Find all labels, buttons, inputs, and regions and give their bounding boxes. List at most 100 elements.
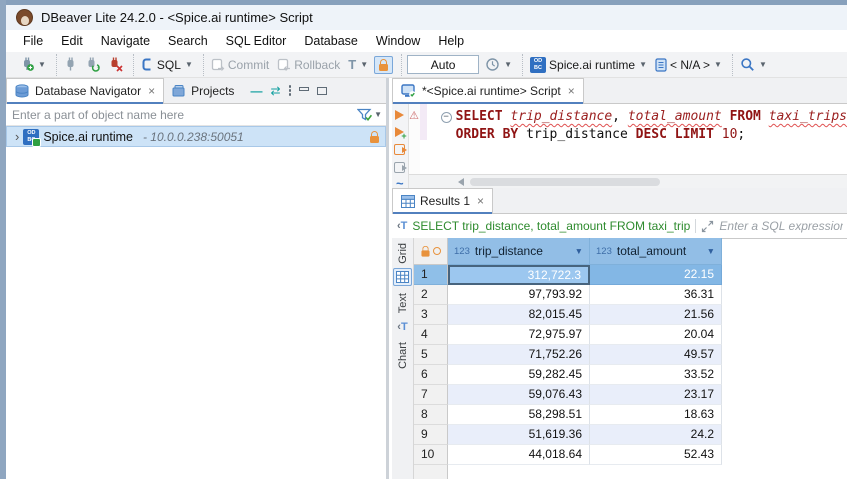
menu-edit[interactable]: Edit xyxy=(52,31,92,51)
cell-total-amount[interactable]: 20.04 xyxy=(590,325,722,345)
cell-total-amount[interactable]: 52.43 xyxy=(590,445,722,465)
menu-database[interactable]: Database xyxy=(295,31,367,51)
cell-trip-distance[interactable]: 59,282.45 xyxy=(448,365,590,385)
script-icon[interactable] xyxy=(394,162,405,173)
row-number-cell[interactable]: 2 xyxy=(414,285,448,305)
cell-total-amount[interactable]: 18.63 xyxy=(590,405,722,425)
row-number-cell[interactable]: 3 xyxy=(414,305,448,325)
dropdown-arrow-icon[interactable]: ▼ xyxy=(759,60,767,69)
execute-new-tab-icon[interactable] xyxy=(395,127,404,137)
column-header-trip-distance[interactable]: 123 trip_distance ▼ xyxy=(448,238,590,265)
autocommit-lock-toggle[interactable] xyxy=(374,56,393,74)
menu-window[interactable]: Window xyxy=(367,31,429,51)
new-sql-editor-button[interactable]: SQL ▼ xyxy=(139,55,195,74)
grid-corner-cell[interactable] xyxy=(414,238,448,265)
dropdown-arrow-icon[interactable]: ▼ xyxy=(639,60,647,69)
cell-total-amount[interactable]: 49.57 xyxy=(590,345,722,365)
search-button[interactable]: ▼ xyxy=(738,55,769,74)
cell-total-amount[interactable]: 33.52 xyxy=(590,365,722,385)
expander-chevron-icon[interactable]: › xyxy=(15,129,19,144)
sort-arrow-icon[interactable]: ▼ xyxy=(707,246,715,256)
code-area[interactable]: −SELECT trip_distance, total_amount FROM… xyxy=(427,104,847,174)
cell-trip-distance[interactable]: 97,793.92 xyxy=(448,285,590,305)
cell-total-amount[interactable]: 21.56 xyxy=(590,305,722,325)
row-number-cell[interactable]: 1 xyxy=(414,265,448,285)
sort-arrow-icon[interactable]: ▼ xyxy=(575,246,583,256)
chart-pie-icon[interactable] xyxy=(401,373,405,377)
view-menu-icon[interactable] xyxy=(289,85,292,96)
new-connection-button[interactable]: ▼ xyxy=(17,55,48,74)
link-with-editor-icon[interactable]: ⇄ xyxy=(270,84,280,98)
tab-chart-label[interactable]: Chart xyxy=(397,342,409,369)
text-tab-icon[interactable]: ‹T xyxy=(395,317,409,335)
commit-button[interactable]: Commit xyxy=(209,56,271,74)
cell-total-amount[interactable]: 24.2 xyxy=(590,425,722,445)
tab-projects[interactable]: Projects xyxy=(164,78,242,103)
row-number-cell[interactable]: 5 xyxy=(414,345,448,365)
row-number-cell[interactable]: 4 xyxy=(414,325,448,345)
collapse-all-icon[interactable]: — xyxy=(250,84,262,98)
scrollbar-left-arrow-icon[interactable] xyxy=(458,178,464,186)
reconnect-button[interactable] xyxy=(83,55,102,74)
explain-plan-icon[interactable]: ~ xyxy=(396,180,404,188)
connection-tree-item[interactable]: › ODBC Spice.ai runtime - 10.0.0.238:500… xyxy=(6,126,386,147)
filter-expression-placeholder[interactable]: Enter a SQL expression to xyxy=(719,219,843,233)
menu-file[interactable]: File xyxy=(14,31,52,51)
execute-script-icon[interactable] xyxy=(394,144,405,155)
close-icon[interactable]: × xyxy=(477,194,484,208)
active-database-selector[interactable]: < N/A > ▼ xyxy=(653,56,724,74)
row-number-cell[interactable]: 6 xyxy=(414,365,448,385)
cell-total-amount[interactable]: 36.31 xyxy=(590,285,722,305)
active-connection-selector[interactable]: ODBC Spice.ai runtime ▼ xyxy=(528,55,649,75)
maximize-icon[interactable] xyxy=(317,87,327,95)
menu-navigate[interactable]: Navigate xyxy=(92,31,159,51)
disconnect-button[interactable] xyxy=(106,55,125,74)
tab-grid-label[interactable]: Grid xyxy=(397,243,409,264)
editor-horizontal-scrollbar[interactable] xyxy=(392,174,847,188)
cell-total-amount[interactable]: 23.17 xyxy=(590,385,722,405)
expand-filter-icon[interactable] xyxy=(701,220,714,233)
connect-button[interactable] xyxy=(62,55,79,74)
row-number-cell[interactable]: 9 xyxy=(414,425,448,445)
commit-mode-combo[interactable]: Auto xyxy=(407,55,479,74)
dropdown-arrow-icon[interactable]: ▼ xyxy=(714,60,722,69)
tab-text-label[interactable]: Text xyxy=(397,293,409,313)
menu-help[interactable]: Help xyxy=(429,31,473,51)
cell-trip-distance[interactable]: 59,076.43 xyxy=(448,385,590,405)
cell-trip-distance[interactable]: 82,015.45 xyxy=(448,305,590,325)
row-number-cell[interactable]: 7 xyxy=(414,385,448,405)
tab-database-navigator[interactable]: Database Navigator × xyxy=(6,78,164,103)
row-number-cell[interactable]: 8 xyxy=(414,405,448,425)
menu-search[interactable]: Search xyxy=(159,31,217,51)
grid-tab-icon[interactable] xyxy=(393,268,412,286)
results-filter-query[interactable]: SELECT trip_distance, total_amount FROM … xyxy=(412,219,690,233)
row-number-cell[interactable]: 10 xyxy=(414,445,448,465)
cell-trip-distance[interactable]: 44,018.64 xyxy=(448,445,590,465)
cell-trip-distance[interactable]: 312,722.3 xyxy=(448,265,590,285)
execute-statement-icon[interactable] xyxy=(395,110,404,120)
tab-sql-script[interactable]: *<Spice.ai runtime> Script × xyxy=(392,78,584,103)
sql-editor[interactable]: ~ ⚠ −SELECT trip_distance, total_amount … xyxy=(392,104,847,174)
filter-dropdown-icon[interactable]: ▼ xyxy=(374,110,382,119)
rollback-button[interactable]: Rollback xyxy=(275,56,342,74)
filter-funnel-icon[interactable] xyxy=(357,108,373,122)
transaction-mode-button[interactable]: T ▼ xyxy=(346,55,370,74)
close-icon[interactable]: × xyxy=(568,84,575,98)
transaction-log-button[interactable]: ▼ xyxy=(483,55,514,74)
scrollbar-thumb[interactable] xyxy=(470,178,660,186)
cell-trip-distance[interactable]: 71,752.26 xyxy=(448,345,590,365)
close-icon[interactable]: × xyxy=(148,84,155,98)
column-header-total-amount[interactable]: 123 total_amount ▼ xyxy=(590,238,722,265)
object-filter-input[interactable] xyxy=(12,108,357,122)
cell-trip-distance[interactable]: 72,975.97 xyxy=(448,325,590,345)
dropdown-arrow-icon[interactable]: ▼ xyxy=(185,60,193,69)
cell-trip-distance[interactable]: 58,298.51 xyxy=(448,405,590,425)
dropdown-arrow-icon[interactable]: ▼ xyxy=(360,60,368,69)
tab-results-1[interactable]: Results 1 × xyxy=(392,188,493,213)
menu-sql-editor[interactable]: SQL Editor xyxy=(217,31,296,51)
cell-total-amount[interactable]: 22.15 xyxy=(590,265,722,285)
fold-collapse-icon[interactable]: − xyxy=(441,112,452,123)
minimize-icon[interactable] xyxy=(299,87,309,91)
dropdown-arrow-icon[interactable]: ▼ xyxy=(504,60,512,69)
cell-trip-distance[interactable]: 51,619.36 xyxy=(448,425,590,445)
